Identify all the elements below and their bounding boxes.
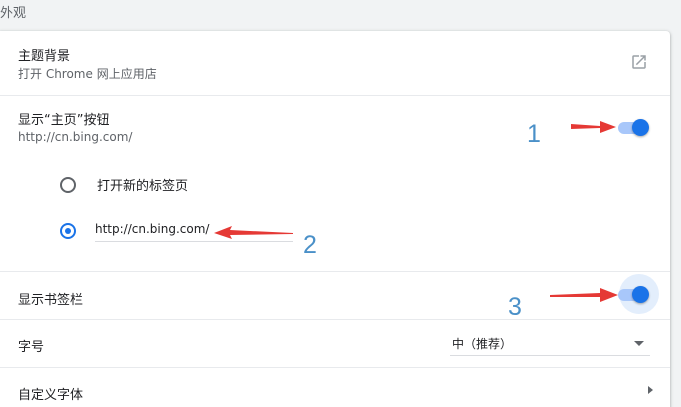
arrow-2: [214, 226, 293, 239]
arrow-1: [571, 121, 616, 133]
arrow-3: [550, 288, 618, 302]
annotation-arrows: [214, 121, 618, 302]
settings-page: 外观 主题背景 打开 Chrome 网上应用店 显示“主页”按钮 http://…: [0, 0, 681, 407]
annotation-number-3: 3: [508, 293, 522, 321]
annotation-number-1: 1: [527, 120, 541, 148]
annotation-number-2: 2: [303, 231, 317, 259]
